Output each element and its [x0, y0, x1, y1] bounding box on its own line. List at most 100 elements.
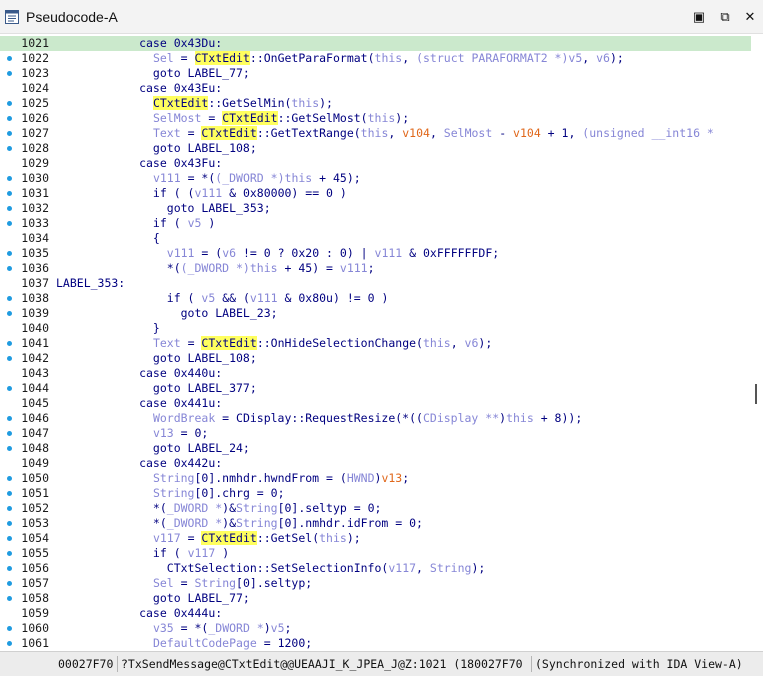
code-token[interactable]: goto LABEL_377; [56, 381, 257, 395]
code-token[interactable]: } [56, 321, 160, 335]
code-line[interactable]: 1047 v13 = 0; [0, 426, 751, 441]
code-token[interactable]: _DWORD * [208, 621, 263, 635]
code-token[interactable]: CDisplay ** [423, 411, 499, 425]
code-token[interactable]: String [430, 561, 472, 575]
code-token[interactable] [56, 531, 153, 545]
code-token[interactable]: + 45); [312, 171, 361, 185]
highlighted-identifier[interactable]: CTxtEdit [201, 336, 257, 350]
code-line[interactable]: 1034 { [0, 231, 751, 246]
code-token[interactable]: case 0x441u: [56, 396, 222, 410]
code-token[interactable]: v6 [596, 51, 610, 65]
code-token[interactable]: v111 [167, 246, 195, 260]
code-token[interactable]: ) [201, 216, 215, 230]
code-token[interactable]: _DWORD * [167, 501, 222, 515]
code-text[interactable]: case 0x441u: [56, 396, 222, 411]
code-line[interactable]: 1037 LABEL_353: [0, 276, 751, 291]
code-line[interactable]: 1023 goto LABEL_77; [0, 66, 751, 81]
code-line[interactable]: 1032 goto LABEL_353; [0, 201, 751, 216]
code-text[interactable]: v111 = *((_DWORD *)this + 45); [56, 171, 361, 186]
code-token[interactable]: goto LABEL_77; [56, 591, 250, 605]
code-token[interactable]: = [181, 336, 202, 350]
code-token[interactable]: v5 [271, 621, 285, 635]
code-token[interactable]: this [375, 51, 403, 65]
code-token[interactable] [56, 426, 153, 440]
code-token[interactable]: { [56, 231, 160, 245]
breakpoint-dot-icon[interactable] [7, 251, 12, 256]
code-line[interactable]: 1061 DefaultCodePage = 1200; [0, 636, 751, 651]
code-text[interactable]: goto LABEL_108; [56, 141, 257, 156]
code-token[interactable]: = *( [181, 171, 216, 185]
code-token[interactable]: )& [222, 501, 236, 515]
code-token[interactable]: v117 [153, 531, 181, 545]
code-text[interactable]: goto LABEL_353; [56, 201, 271, 216]
code-token[interactable]: & 0x80000) == 0 ) [222, 186, 347, 200]
code-token[interactable]: v13 [153, 426, 174, 440]
code-token[interactable]: goto LABEL_353; [56, 201, 271, 215]
code-token[interactable]: v111 [194, 186, 222, 200]
code-line[interactable]: 1045 case 0x441u: [0, 396, 751, 411]
breakpoint-dot-icon[interactable] [7, 176, 12, 181]
dock-window-icon[interactable]: ⧉ [716, 9, 734, 25]
breakpoint-dot-icon[interactable] [7, 56, 12, 61]
code-token[interactable]: case 0x43Fu: [56, 156, 222, 170]
code-text[interactable]: case 0x440u: [56, 366, 222, 381]
breakpoint-dot-icon[interactable] [7, 491, 12, 496]
code-line[interactable]: 1021 case 0x43Du: [0, 36, 751, 51]
code-text[interactable]: CTxtEdit::GetSelMin(this); [56, 96, 333, 111]
code-token[interactable]: + 45) = [278, 261, 340, 275]
code-line[interactable]: 1053 *(_DWORD *)&String[0].nmhdr.idFrom … [0, 516, 751, 531]
code-token[interactable]: v6 [465, 336, 479, 350]
code-token[interactable]: v5 [201, 291, 215, 305]
code-text[interactable]: v117 = CTxtEdit::GetSel(this); [56, 531, 361, 546]
code-token[interactable]: & 0x80u) != 0 ) [278, 291, 389, 305]
code-token[interactable]: *( [56, 261, 181, 275]
code-text[interactable]: case 0x43Eu: [56, 81, 222, 96]
code-token[interactable]: this [285, 171, 313, 185]
code-token[interactable]: CTxtSelection::SetSelectionInfo( [56, 561, 389, 575]
code-token[interactable]: v117 [188, 546, 216, 560]
code-token[interactable]: this [250, 261, 278, 275]
code-token[interactable]: Sel [153, 51, 174, 65]
code-token[interactable]: ) [215, 546, 229, 560]
code-text[interactable]: case 0x442u: [56, 456, 222, 471]
code-token[interactable]: *( [56, 516, 167, 530]
code-line[interactable]: 1043 case 0x440u: [0, 366, 751, 381]
code-token[interactable]: , [430, 126, 444, 140]
code-text[interactable]: goto LABEL_377; [56, 381, 257, 396]
code-token[interactable] [56, 471, 153, 485]
code-token[interactable]: this [368, 111, 396, 125]
code-text[interactable]: if ( (v111 & 0x80000) == 0 ) [56, 186, 347, 201]
code-line[interactable]: 1038 if ( v5 && (v111 & 0x80u) != 0 ) [0, 291, 751, 306]
code-line[interactable]: 1054 v117 = CTxtEdit::GetSel(this); [0, 531, 751, 546]
code-token[interactable]: [0].seltyp; [236, 576, 312, 590]
breakpoint-dot-icon[interactable] [7, 581, 12, 586]
code-token[interactable]: v5 [568, 51, 582, 65]
breakpoint-dot-icon[interactable] [7, 386, 12, 391]
code-line[interactable]: 1060 v35 = *(_DWORD *)v5; [0, 621, 751, 636]
code-token[interactable]: String [153, 486, 195, 500]
code-token[interactable]: goto LABEL_108; [56, 141, 257, 155]
code-line[interactable]: 1039 goto LABEL_23; [0, 306, 751, 321]
code-line[interactable]: 1028 goto LABEL_108; [0, 141, 751, 156]
code-token[interactable]: WordBreak [153, 411, 215, 425]
code-token[interactable] [56, 336, 153, 350]
code-token[interactable]: SelMost [153, 111, 201, 125]
code-token[interactable]: = [181, 531, 202, 545]
breakpoint-dot-icon[interactable] [7, 641, 12, 646]
code-token[interactable]: this [319, 531, 347, 545]
code-text[interactable]: SelMost = CTxtEdit::GetSelMost(this); [56, 111, 409, 126]
code-token[interactable]: String [153, 471, 195, 485]
code-text[interactable]: *((_DWORD *)this + 45) = v111; [56, 261, 375, 276]
code-line[interactable]: 1044 goto LABEL_377; [0, 381, 751, 396]
code-line[interactable]: 1022 Sel = CTxtEdit::OnGetParaFormat(thi… [0, 51, 751, 66]
code-token[interactable]: String [195, 576, 237, 590]
code-text[interactable]: case 0x444u: [56, 606, 222, 621]
code-token[interactable]: ); [610, 51, 624, 65]
breakpoint-dot-icon[interactable] [7, 116, 12, 121]
code-text[interactable]: { [56, 231, 160, 246]
code-line[interactable]: 1040 } [0, 321, 751, 336]
code-token[interactable]: = CDisplay::RequestResize(*(( [215, 411, 423, 425]
breakpoint-dot-icon[interactable] [7, 551, 12, 556]
code-text[interactable]: goto LABEL_24; [56, 441, 250, 456]
code-text[interactable]: Text = CTxtEdit::OnHideSelectionChange(t… [56, 336, 492, 351]
